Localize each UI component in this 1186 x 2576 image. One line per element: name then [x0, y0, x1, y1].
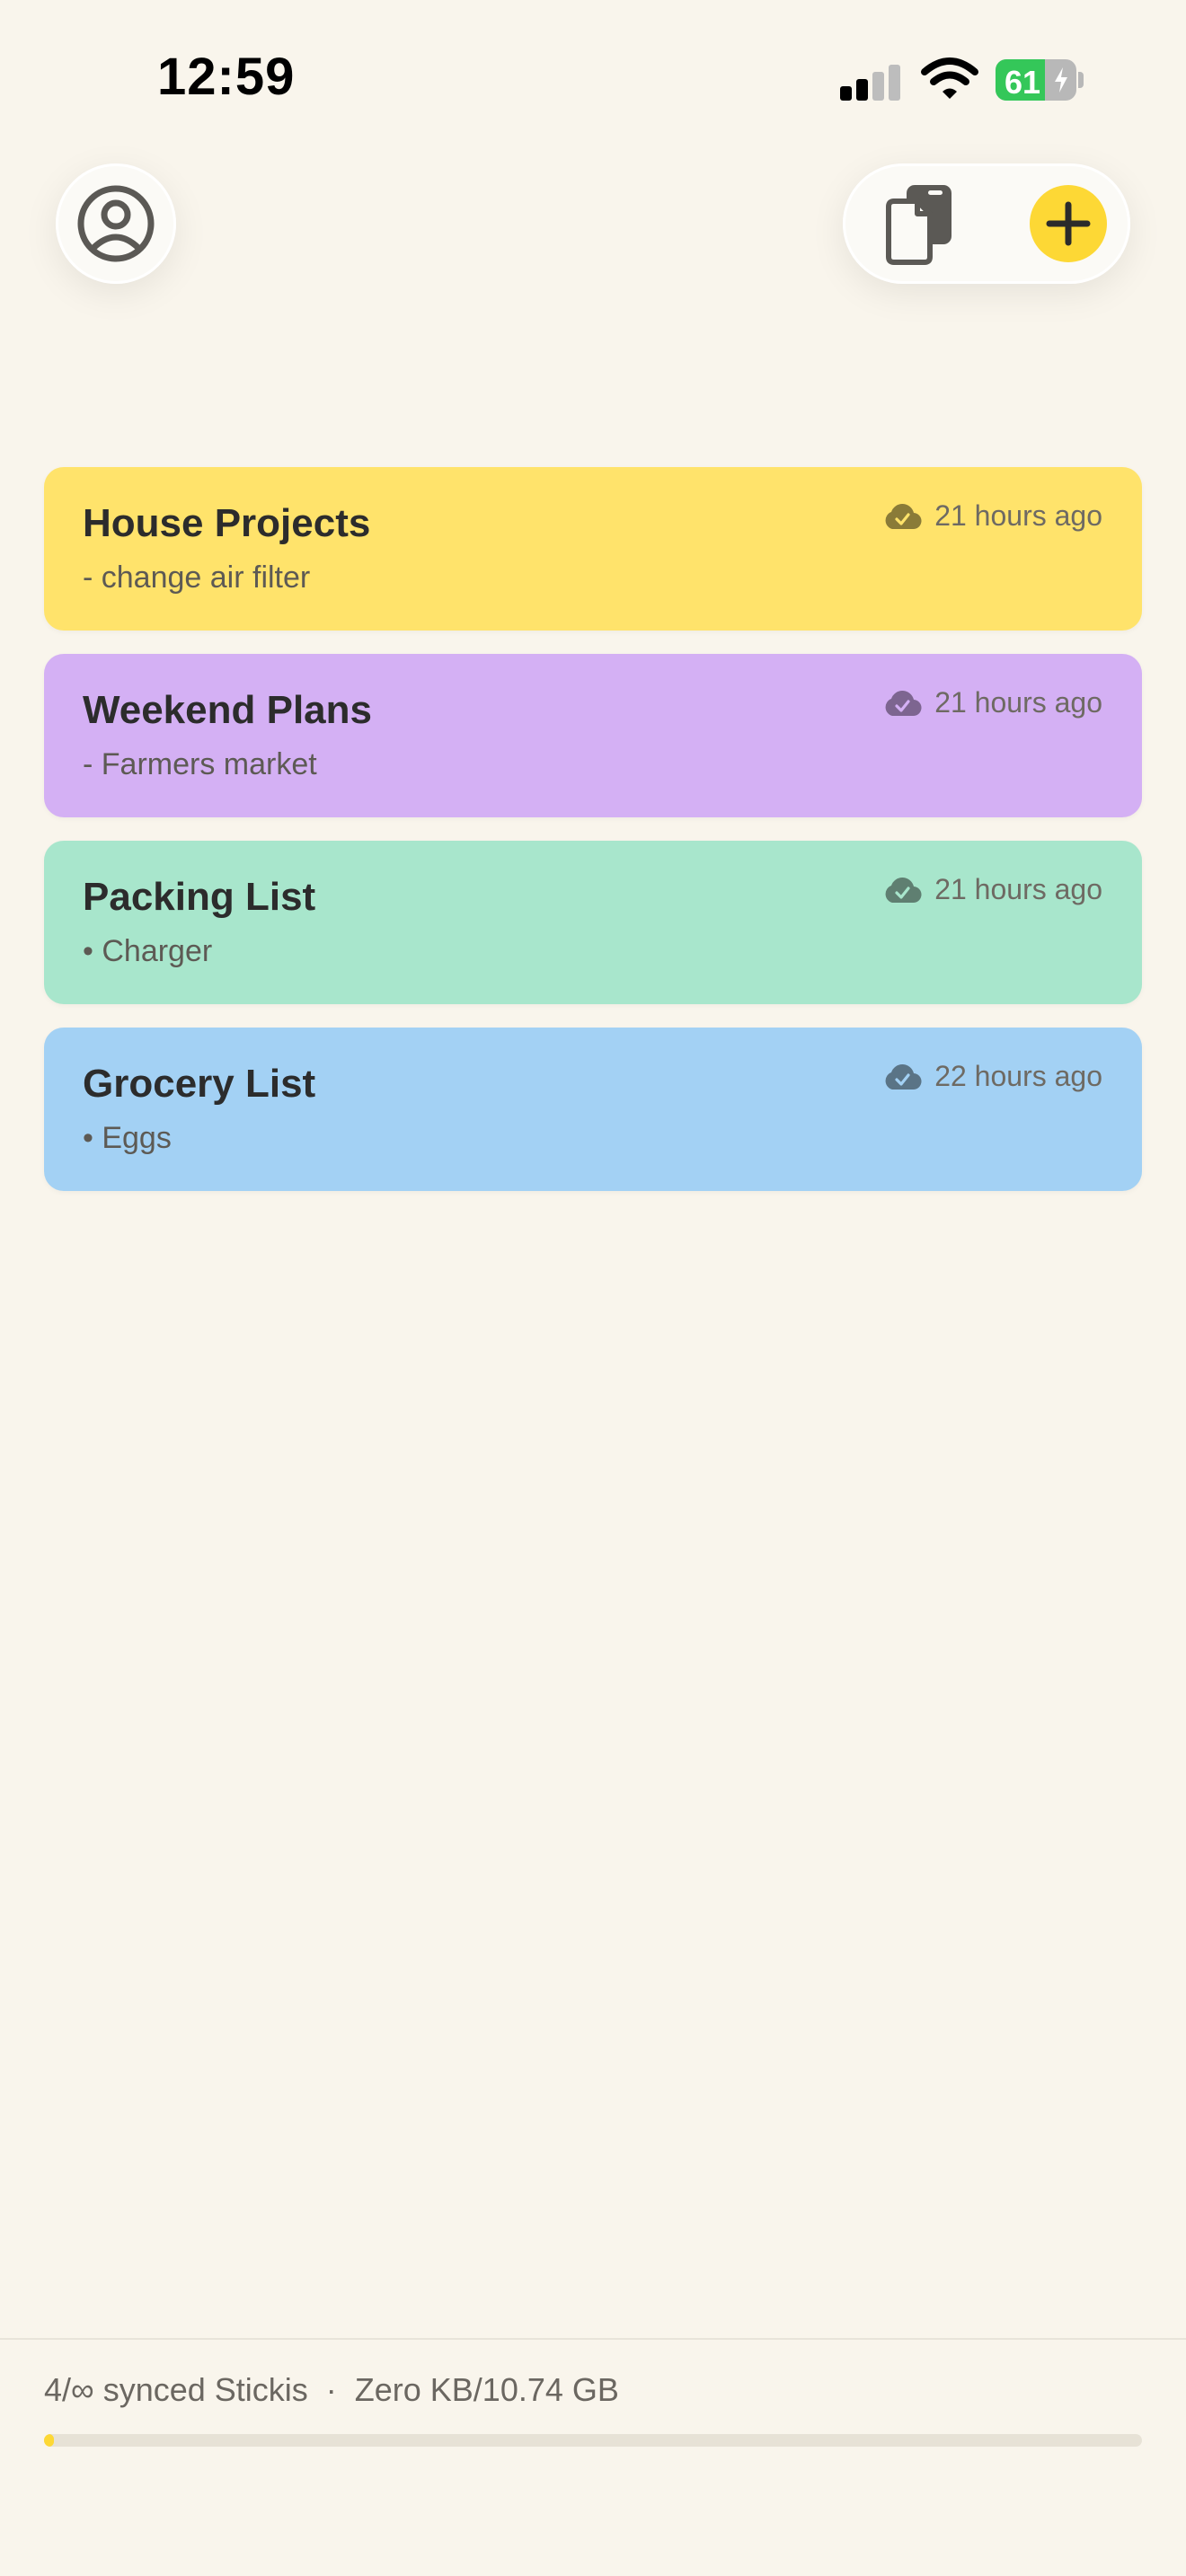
note-card-grocery-list[interactable]: Grocery List • Eggs 22 hours ago — [44, 1028, 1142, 1191]
battery-nub — [1078, 72, 1084, 88]
note-sync-status: 22 hours ago — [882, 1060, 1102, 1093]
note-card-house-projects[interactable]: House Projects - change air filter 21 ho… — [44, 467, 1142, 631]
battery-icon: 61 — [996, 59, 1076, 101]
add-note-button[interactable] — [1030, 185, 1107, 262]
note-sync-status: 21 hours ago — [882, 686, 1102, 719]
note-timestamp: 21 hours ago — [934, 686, 1102, 719]
note-preview: - change air filter — [83, 560, 311, 595]
storage-progress-fill — [44, 2434, 54, 2447]
battery-level: 61 — [1005, 64, 1041, 101]
note-title: Packing List — [83, 875, 316, 919]
note-title: Grocery List — [83, 1062, 316, 1106]
documents-icon — [886, 185, 951, 265]
status-bar: 12:59 61 — [0, 0, 1186, 162]
note-sync-status: 21 hours ago — [882, 499, 1102, 533]
note-card-packing-list[interactable]: Packing List • Charger 21 hours ago — [44, 841, 1142, 1004]
wifi-icon — [921, 57, 978, 99]
note-preview: • Eggs — [83, 1121, 172, 1155]
note-preview: • Charger — [83, 934, 213, 968]
person-circle-icon — [77, 185, 155, 262]
plus-icon — [1046, 201, 1091, 246]
copy-notes-button[interactable] — [877, 181, 961, 266]
status-time: 12:59 — [157, 48, 296, 106]
note-sync-status: 21 hours ago — [882, 873, 1102, 906]
note-title: Weekend Plans — [83, 688, 372, 732]
header-action-group — [843, 163, 1130, 284]
note-card-weekend-plans[interactable]: Weekend Plans - Farmers market 21 hours … — [44, 654, 1142, 817]
charging-bolt-icon — [1055, 67, 1067, 93]
note-timestamp: 21 hours ago — [934, 873, 1102, 905]
footer-divider — [0, 2338, 1186, 2340]
cloud-check-icon — [885, 877, 922, 903]
note-timestamp: 22 hours ago — [934, 1060, 1102, 1092]
storage-progress-bar — [44, 2434, 1142, 2447]
note-preview: - Farmers market — [83, 747, 317, 781]
sync-summary: 4/∞ synced Stickis · Zero KB/10.74 GB — [44, 2371, 619, 2408]
notes-list: House Projects - change air filter 21 ho… — [44, 467, 1142, 1214]
cloud-check-icon — [885, 503, 922, 529]
cloud-check-icon — [885, 1063, 922, 1090]
note-title: House Projects — [83, 501, 371, 545]
note-timestamp: 21 hours ago — [934, 499, 1102, 532]
profile-button[interactable] — [56, 163, 176, 284]
cloud-check-icon — [885, 690, 922, 716]
cellular-signal-icon — [840, 63, 903, 101]
